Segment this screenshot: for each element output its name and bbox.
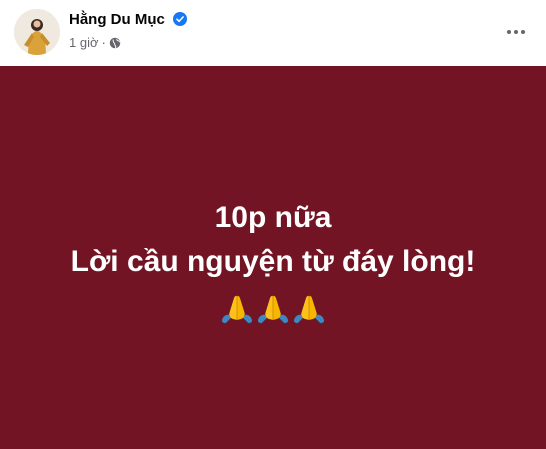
status-text-line-2: Lời cầu nguyện từ đáy lòng! — [70, 245, 476, 278]
facebook-post: Hằng Du Mục 1 giờ · 10p nữa Lời cầu nguyệ… — [0, 0, 546, 449]
avatar-image — [14, 9, 60, 55]
author-name: Hằng Du Mục — [69, 11, 165, 28]
status-text-line-1: 10p nữa — [214, 201, 332, 234]
folded-hands-emoji — [257, 295, 289, 324]
more-dot — [521, 30, 525, 34]
folded-hands-emoji — [293, 295, 325, 324]
author-avatar[interactable] — [14, 9, 60, 55]
more-dot — [514, 30, 518, 34]
status-background-card: 10p nữa Lời cầu nguyện từ đáy lòng! — [0, 66, 546, 449]
emoji-row — [220, 292, 326, 326]
author-name-link[interactable]: Hằng Du Mục — [69, 11, 188, 28]
globe-icon[interactable] — [109, 37, 121, 49]
post-timestamp[interactable]: 1 giờ — [69, 35, 99, 50]
more-dot — [507, 30, 511, 34]
post-header: Hằng Du Mục 1 giờ · — [0, 0, 546, 66]
post-meta: 1 giờ · — [69, 35, 121, 50]
verified-badge-icon — [173, 12, 188, 26]
meta-separator: · — [101, 35, 106, 50]
folded-hands-emoji — [221, 295, 253, 324]
more-options-icon[interactable] — [504, 20, 528, 44]
